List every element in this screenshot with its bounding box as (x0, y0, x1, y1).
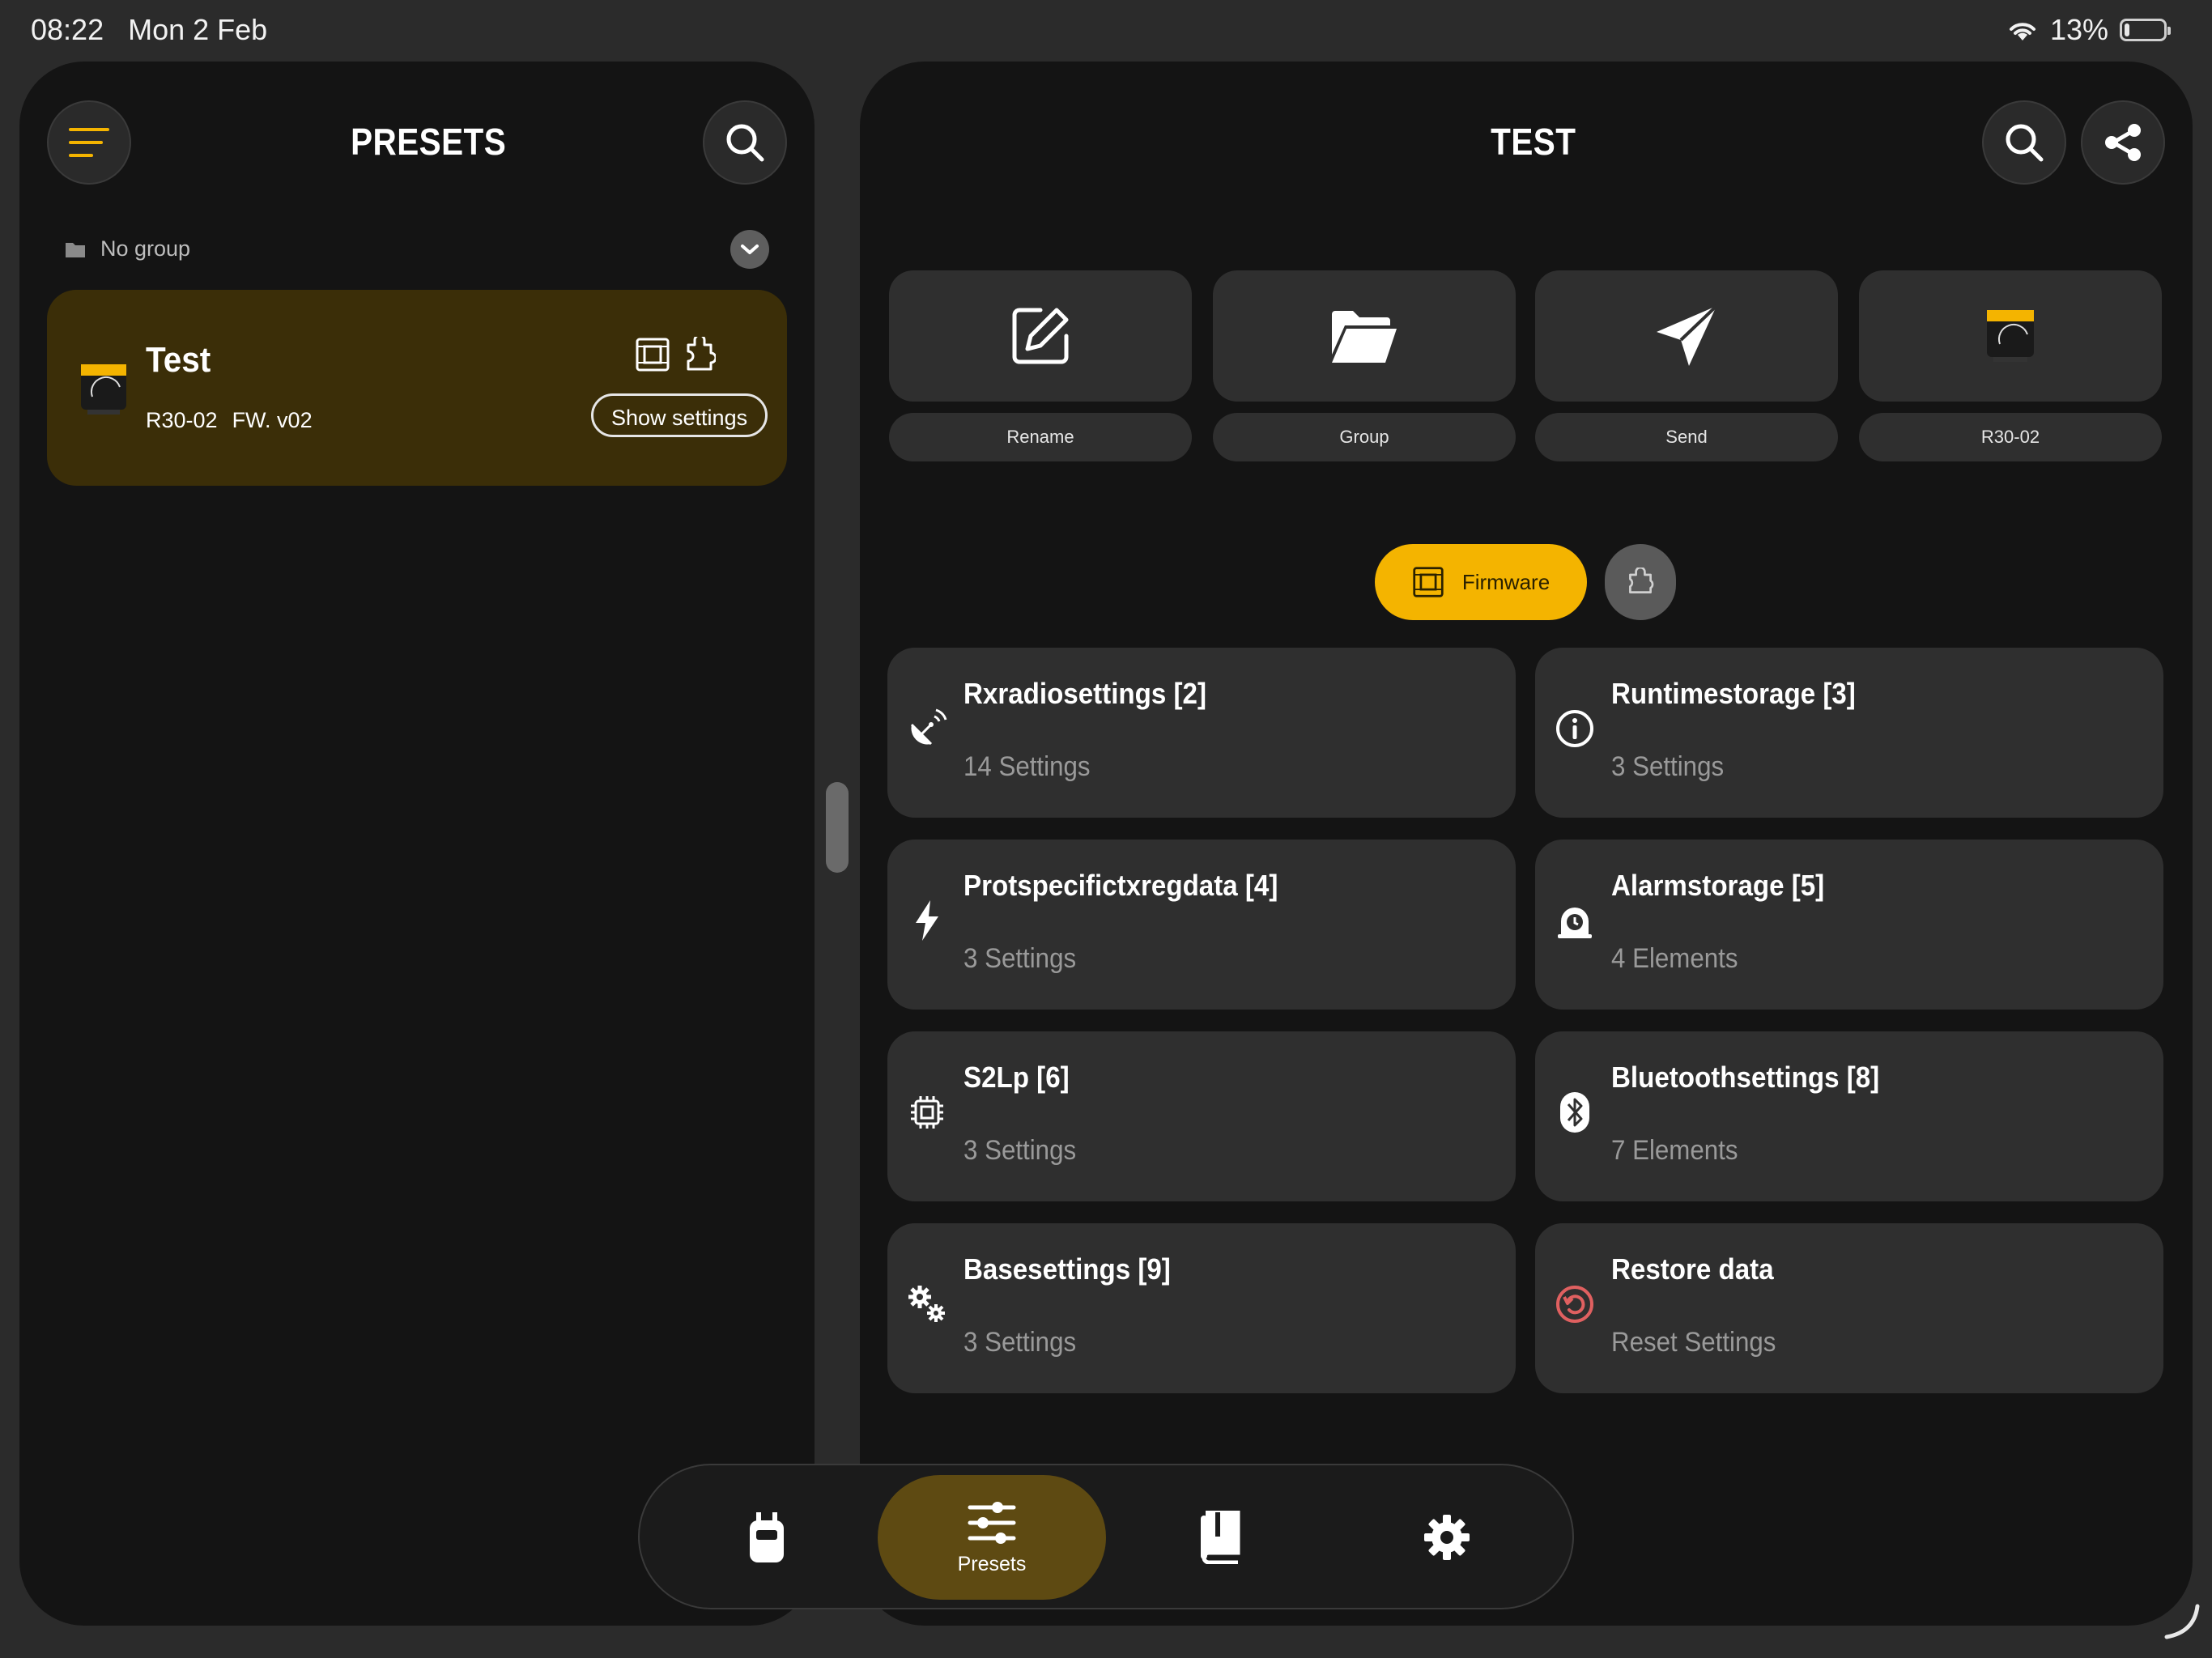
rename-tile[interactable] (889, 270, 1192, 402)
bluetooth-icon (1555, 1088, 1595, 1137)
firmware-filter-button[interactable]: Firmware (1375, 544, 1587, 620)
lightning-icon (907, 896, 947, 945)
group-collapse-button[interactable] (730, 230, 769, 269)
group-tile[interactable] (1213, 270, 1516, 402)
setting-subtitle: 3 Settings (963, 1135, 1077, 1166)
status-time: 08:22 (31, 13, 104, 46)
setting-card-bluetoothsettings[interactable]: Bluetoothsettings [8] 7 Elements (1535, 1031, 2163, 1201)
send-tile[interactable] (1535, 270, 1838, 402)
tab-library[interactable] (1106, 1475, 1334, 1600)
send-label[interactable]: Send (1535, 413, 1838, 461)
detail-search-button[interactable] (1982, 100, 2066, 185)
setting-card-restore-data[interactable]: Restore data Reset Settings (1535, 1223, 2163, 1393)
preset-meta: R30-02 FW. v02 (146, 408, 313, 433)
folder-icon (65, 240, 86, 258)
group-label[interactable]: Group (1213, 413, 1516, 461)
device-label[interactable]: R30-02 (1859, 413, 2162, 461)
alarm-icon (1555, 896, 1595, 945)
chevron-down-icon (739, 242, 760, 257)
detail-title: TEST (1491, 121, 1576, 163)
setting-card-alarmstorage[interactable]: Alarmstorage [5] 4 Elements (1535, 840, 2163, 1010)
setting-subtitle: 7 Elements (1611, 1135, 1738, 1166)
battery-level (2125, 23, 2129, 36)
sliders-icon (967, 1499, 1017, 1546)
share-button[interactable] (2081, 100, 2165, 185)
setting-title: Runtimestorage [3] (1611, 677, 1856, 710)
setting-title: Basesettings [9] (963, 1252, 1171, 1286)
edit-icon (1008, 304, 1073, 368)
preset-model: R30-02 (146, 408, 218, 432)
menu-button[interactable] (47, 100, 131, 185)
tab-settings[interactable] (1333, 1475, 1561, 1600)
folder-open-icon (1329, 306, 1400, 366)
device-thumbnail (76, 356, 131, 421)
info-icon (1555, 704, 1595, 753)
firmware-filter-label: Firmware (1461, 569, 1551, 594)
satellite-dish-icon (907, 704, 947, 753)
setting-card-protspecifictxregdata[interactable]: Protspecifictxregdata [4] 3 Settings (887, 840, 1516, 1010)
resize-corner-icon (2162, 1601, 2201, 1640)
gear-icon (1423, 1513, 1471, 1562)
wifi-icon (2006, 18, 2039, 42)
tab-presets[interactable]: Presets (878, 1475, 1106, 1600)
tab-devices[interactable] (653, 1475, 881, 1600)
setting-card-basesettings[interactable]: Basesettings [9] 3 Settings (887, 1223, 1516, 1393)
setting-subtitle: 3 Settings (963, 943, 1077, 974)
presets-search-button[interactable] (703, 100, 787, 185)
setting-card-runtimestorage[interactable]: Runtimestorage [3] 3 Settings (1535, 648, 2163, 818)
setting-subtitle: 14 Settings (963, 751, 1091, 782)
setting-subtitle: 4 Elements (1611, 943, 1738, 974)
setting-title: Rxradiosettings [2] (963, 677, 1206, 710)
hamburger-icon (67, 125, 111, 160)
share-icon (2102, 121, 2144, 164)
tab-presets-label: Presets (957, 1552, 1027, 1575)
puzzle-icon (1626, 568, 1655, 597)
preset-card-test[interactable]: Test R30-02 FW. v02 Show settings (47, 290, 787, 486)
device-thumbnail (1982, 304, 2039, 368)
status-time-date: 08:22 Mon 2 Feb (31, 13, 267, 47)
firmware-icon (1412, 566, 1444, 598)
preset-firmware: FW. v02 (232, 408, 313, 432)
plugin-filter-button[interactable] (1605, 544, 1676, 620)
search-icon (724, 121, 766, 164)
presets-title: PRESETS (351, 121, 507, 163)
setting-card-rxradiosettings[interactable]: Rxradiosettings [2] 14 Settings (887, 648, 1516, 818)
chip-icon (907, 1088, 947, 1137)
setting-subtitle: 3 Settings (1611, 751, 1725, 782)
group-header[interactable]: No group (65, 236, 190, 261)
battery-icon (2120, 19, 2171, 41)
setting-subtitle: Reset Settings (1611, 1327, 1776, 1358)
setting-title: S2Lp [6] (963, 1061, 1070, 1094)
puzzle-icon (683, 337, 716, 372)
status-indicators: 13% (2006, 13, 2171, 47)
restore-icon (1555, 1280, 1595, 1329)
gears-icon (907, 1280, 947, 1329)
setting-title: Alarmstorage [5] (1611, 869, 1825, 902)
split-view-handle[interactable] (826, 782, 849, 873)
search-icon (2003, 121, 2045, 164)
setting-title: Protspecifictxregdata [4] (963, 869, 1278, 902)
status-date: Mon 2 Feb (128, 13, 268, 46)
show-settings-button[interactable]: Show settings (591, 393, 768, 437)
group-label: No group (100, 236, 191, 261)
preset-name: Test (146, 340, 211, 380)
tab-bar: Presets (638, 1464, 1574, 1609)
setting-title: Restore data (1611, 1252, 1774, 1286)
device-tile[interactable] (1859, 270, 2162, 402)
book-icon (1197, 1511, 1243, 1564)
battery-percent: 13% (2049, 13, 2108, 46)
send-icon (1653, 303, 1720, 369)
firmware-icon (635, 337, 670, 372)
setting-card-s2lp[interactable]: S2Lp [6] 3 Settings (887, 1031, 1516, 1201)
setting-title: Bluetoothsettings [8] (1611, 1061, 1880, 1094)
device-icon (747, 1511, 787, 1564)
setting-subtitle: 3 Settings (963, 1327, 1077, 1358)
rename-label[interactable]: Rename (889, 413, 1192, 461)
